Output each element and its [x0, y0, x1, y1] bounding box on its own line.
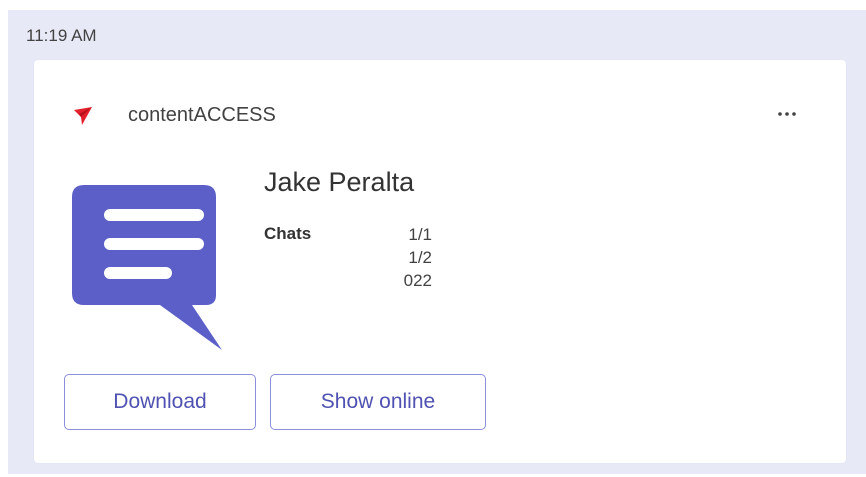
contact-name: Jake Peralta — [264, 167, 415, 197]
more-options-icon[interactable] — [772, 100, 802, 128]
fact-value-line: 1/2 — [408, 248, 432, 267]
fact-value-chats: 1/1 1/2 022 — [360, 223, 432, 292]
message-timestamp: 11:19 AM — [26, 26, 97, 45]
app-name: contentACCESS — [128, 104, 276, 126]
download-button[interactable]: Download — [64, 374, 256, 430]
fact-label-chats: Chats — [264, 224, 312, 243]
show-online-button[interactable]: Show online — [270, 374, 486, 430]
fact-value-line: 022 — [403, 271, 432, 290]
fact-value-line: 1/1 — [408, 225, 432, 244]
chat-bubble-icon — [72, 185, 222, 350]
paper-plane-logo-icon — [74, 107, 92, 125]
